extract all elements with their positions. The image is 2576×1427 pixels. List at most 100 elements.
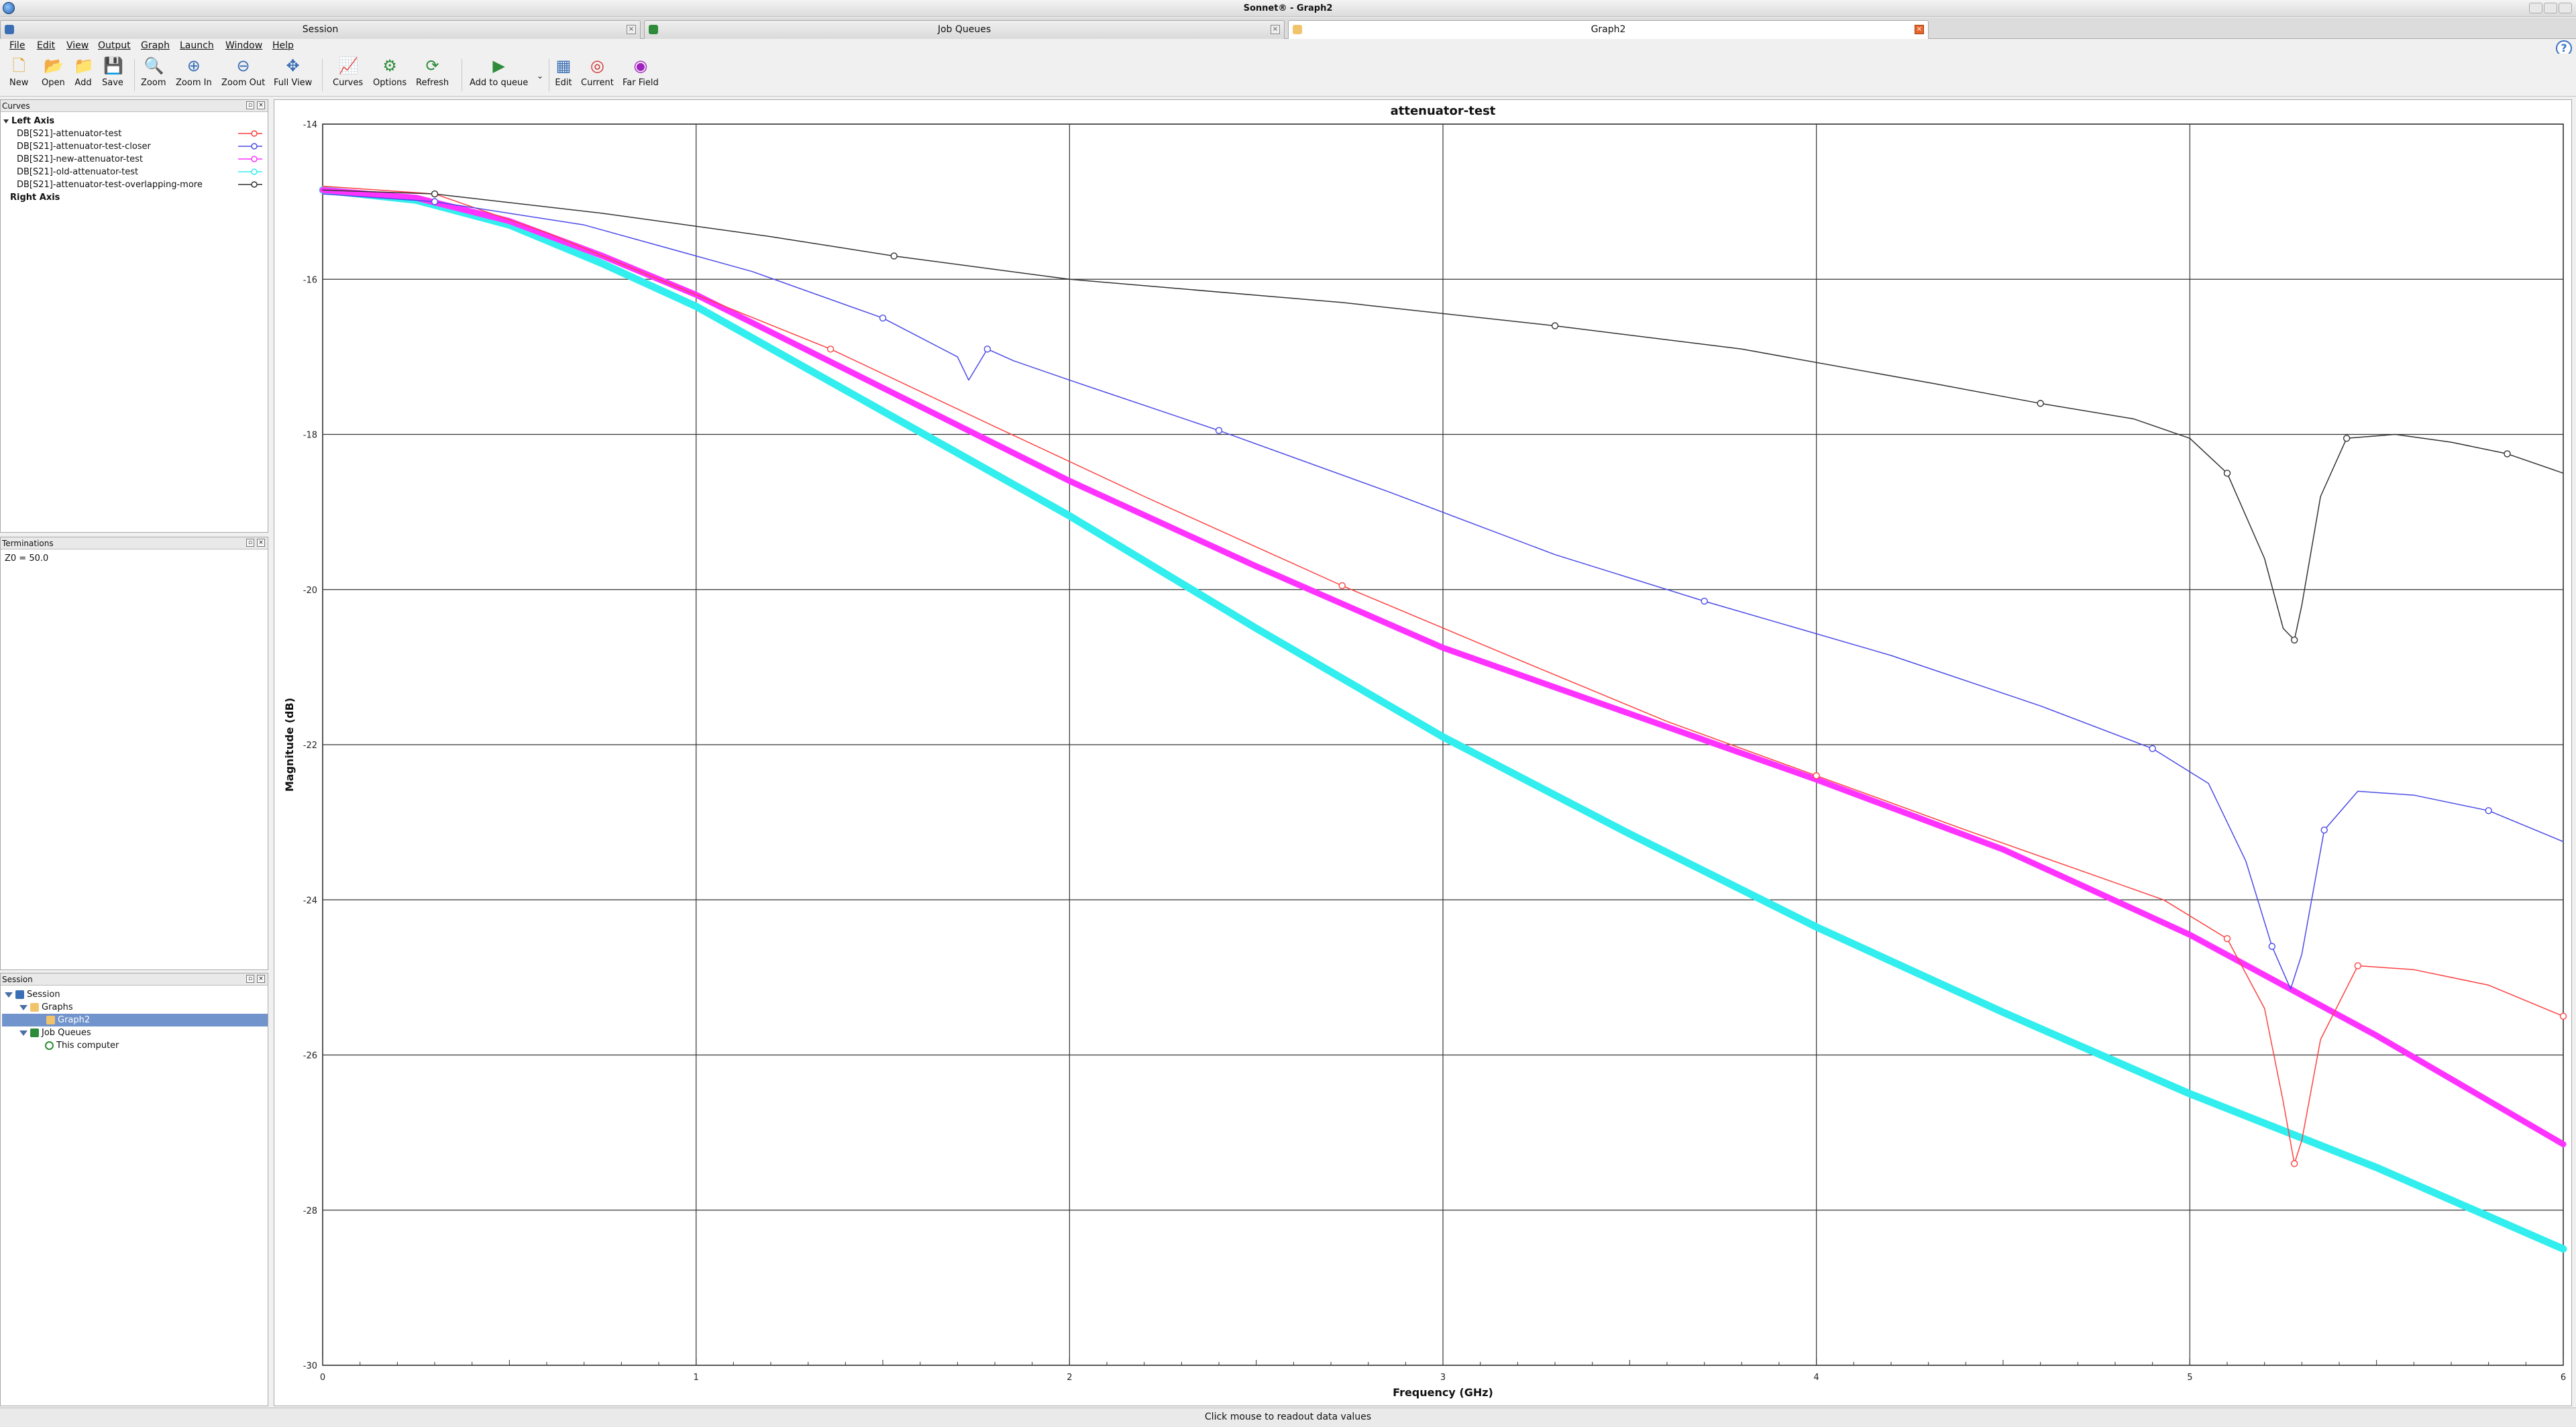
tab-graph2[interactable]: Graph2 × <box>1288 20 1929 39</box>
data-point-marker <box>2354 962 2362 969</box>
tree-item-this-computer[interactable]: This computer <box>45 1039 119 1052</box>
refresh-button[interactable]: ⟳ Refresh <box>416 56 449 88</box>
menu-help[interactable]: Help <box>272 40 294 51</box>
data-point-marker <box>1551 322 1559 329</box>
far-field-button[interactable]: ◉ Far Field <box>623 56 659 88</box>
terminations-panel: Terminations ▫ × Z0 = 50.0 <box>0 537 268 970</box>
menu-edit[interactable]: Edit <box>37 40 55 51</box>
data-point-marker <box>2290 1160 2298 1167</box>
curves-button[interactable]: 📈 Curves <box>333 56 363 88</box>
check-circle-icon <box>45 1041 54 1050</box>
zoom-out-button[interactable]: ⊖ Zoom Out <box>221 56 265 88</box>
curve-label: DB[S21]-attenuator-test-closer <box>17 142 151 152</box>
graph-panel[interactable]: attenuator-test 0 1 2 3 4 5 6 -30 -28 -26 -24 -22 -20… <box>274 99 2572 1406</box>
graph-icon <box>1293 25 1302 34</box>
data-point-marker <box>1215 427 1223 434</box>
current-button[interactable]: ◎ Current <box>581 56 614 88</box>
zoom-in-button[interactable]: ⊕ Zoom In <box>176 56 212 88</box>
data-point-marker <box>431 198 439 205</box>
window-title: Sonnet® - Graph2 <box>1243 3 1333 13</box>
menu-graph[interactable]: Graph <box>141 40 170 51</box>
data-point-marker <box>2290 636 2298 644</box>
data-point-marker <box>431 190 439 198</box>
float-panel-icon[interactable]: ▫ <box>246 101 254 109</box>
curve-item[interactable]: DB[S21]-attenuator-test <box>1 127 268 140</box>
add-to-queue-dropdown[interactable]: ⌄ <box>537 71 543 81</box>
menu-window[interactable]: Window <box>225 40 262 51</box>
document-tab-bar: Session × Job Queues × Graph2 × <box>0 17 2576 39</box>
curve-item[interactable]: DB[S21]-new-attenuator-test <box>1 153 268 166</box>
data-point-marker <box>1701 597 1708 605</box>
data-point-marker <box>826 346 835 353</box>
close-panel-icon[interactable]: × <box>257 101 265 109</box>
new-button[interactable]: 🗋 New <box>9 56 28 88</box>
close-panel-icon[interactable]: × <box>257 975 265 983</box>
curves-panel-header: Curves ▫ × <box>1 100 268 112</box>
session-icon <box>5 25 14 34</box>
full-view-icon: ✥ <box>286 56 300 75</box>
tree-item-session[interactable]: Session <box>5 988 60 1001</box>
data-point-marker <box>890 252 898 260</box>
data-point-marker <box>2485 807 2492 814</box>
curve-item[interactable]: DB[S21]-attenuator-test-overlapping-more <box>1 178 268 191</box>
maximize-button[interactable] <box>2544 3 2557 13</box>
close-tab-icon[interactable]: × <box>1271 25 1280 34</box>
expand-icon <box>19 1030 28 1036</box>
data-point-marker <box>2320 826 2328 834</box>
zoom-in-icon: ⊕ <box>186 56 201 75</box>
chevron-down-icon: ⌄ <box>537 71 544 81</box>
menu-launch[interactable]: Launch <box>180 40 214 51</box>
data-point-marker <box>2223 470 2231 477</box>
minimize-button[interactable] <box>2529 3 2542 13</box>
close-panel-icon[interactable]: × <box>257 539 265 547</box>
menu-file[interactable]: File <box>9 40 25 51</box>
chart-title: attenuator-test <box>1391 104 1496 118</box>
menu-view[interactable]: View <box>66 40 89 51</box>
gear-icon: ⚙ <box>382 56 397 75</box>
current-icon: ◎ <box>590 56 604 75</box>
new-file-icon: 🗋 <box>12 56 25 75</box>
magnifier-icon: 🔍 <box>144 56 164 75</box>
x-tick-label: 5 <box>2187 1373 2192 1383</box>
y-tick-label: -28 <box>303 1206 317 1216</box>
tree-item-graphs[interactable]: Graphs <box>19 1001 73 1014</box>
y-tick-label: -20 <box>303 586 317 596</box>
add-to-queue-button[interactable]: ▶ Add to queue <box>470 56 528 88</box>
expand-icon <box>3 119 9 123</box>
session-panel: Session ▫ × Session Graphs Graph2 Job Que… <box>0 973 268 1406</box>
menu-bar: File Edit View Output Graph Launch Windo… <box>0 39 2576 53</box>
float-panel-icon[interactable]: ▫ <box>246 975 254 983</box>
add-button[interactable]: 📁 Add <box>74 56 94 88</box>
edit-icon: ▦ <box>555 56 572 75</box>
float-panel-icon[interactable]: ▫ <box>246 539 254 547</box>
options-button[interactable]: ⚙ Options <box>373 56 407 88</box>
tab-job-queues[interactable]: Job Queues × <box>644 20 1285 39</box>
y-tick-label: -18 <box>303 431 317 441</box>
right-axis-group[interactable]: Right Axis <box>1 191 268 204</box>
folder-open-icon: 📂 <box>44 56 64 75</box>
tab-session[interactable]: Session × <box>0 20 641 39</box>
data-point-marker <box>2149 745 2156 752</box>
full-view-button[interactable]: ✥ Full View <box>274 56 312 88</box>
save-button[interactable]: 💾 Save <box>102 56 123 88</box>
curve-item[interactable]: DB[S21]-attenuator-test-closer <box>1 140 268 153</box>
curves-panel: Curves ▫ × Left Axis DB[S21]-attenuator-t… <box>0 99 268 533</box>
y-axis-label: Magnitude (dB) <box>283 698 296 792</box>
x-tick-label: 1 <box>694 1373 699 1383</box>
close-tab-icon[interactable]: × <box>1915 25 1924 34</box>
curve-swatch <box>238 181 262 188</box>
zoom-button[interactable]: 🔍 Zoom <box>141 56 166 88</box>
session-panel-header: Session ▫ × <box>1 973 268 986</box>
tree-item-job-queues[interactable]: Job Queues <box>19 1026 91 1039</box>
edit-button[interactable]: ▦ Edit <box>554 56 573 88</box>
tree-item-graph2[interactable]: Graph2 <box>2 1014 268 1026</box>
menu-output[interactable]: Output <box>98 40 131 51</box>
terminations-panel-header: Terminations ▫ × <box>1 537 268 549</box>
close-window-button[interactable] <box>2559 3 2572 13</box>
curve-item[interactable]: DB[S21]-old-attenuator-test <box>1 166 268 178</box>
y-tick-label: -24 <box>303 896 317 906</box>
left-axis-group[interactable]: Left Axis <box>1 115 268 127</box>
close-tab-icon[interactable]: × <box>627 25 636 34</box>
s21-chart[interactable]: attenuator-test 0 1 2 3 4 5 6 -30 -28 -26 -24 -22 -20… <box>274 100 2573 1407</box>
open-button[interactable]: 📂 Open <box>42 56 65 88</box>
